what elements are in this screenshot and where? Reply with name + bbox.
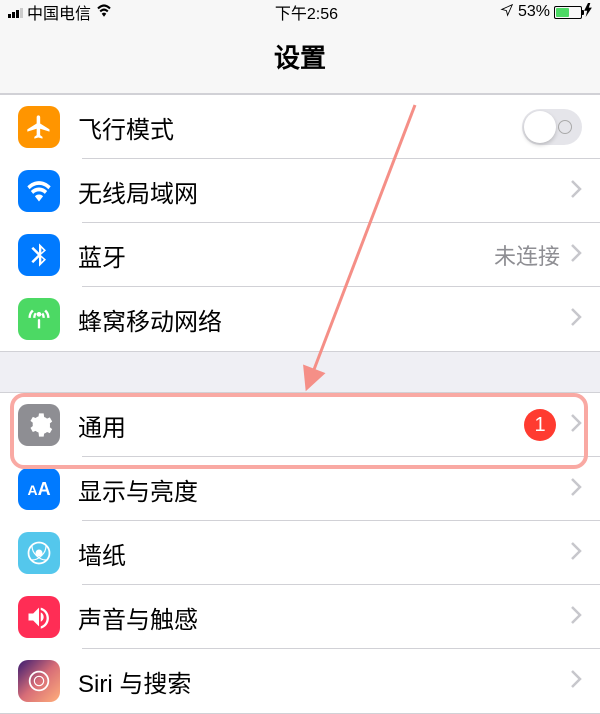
row-label: 通用 [78,408,524,443]
row-label: 墙纸 [78,536,570,571]
airplane-toggle[interactable] [522,109,582,145]
page-title: 设置 [0,38,600,75]
row-label: Siri 与搜索 [78,664,570,699]
chevron-right-icon [570,413,582,438]
row-display[interactable]: AA 显示与亮度 [0,457,600,521]
status-bar: 中国电信 下午2:56 53% [0,0,600,24]
battery-pct: 53% [518,3,550,21]
charging-icon [584,3,592,22]
chevron-right-icon [570,669,582,694]
row-label: 显示与亮度 [78,472,570,507]
location-icon [500,3,514,22]
time-label: 下午2:56 [275,0,338,24]
row-bluetooth[interactable]: 蓝牙 未连接 [0,223,600,287]
chevron-right-icon [570,243,582,268]
carrier-label: 中国电信 [27,0,91,24]
gear-icon [18,404,60,446]
row-siri[interactable]: Siri 与搜索 [0,649,600,713]
sound-icon [18,596,60,638]
page-header: 设置 [0,24,600,94]
row-wallpaper[interactable]: 墙纸 [0,521,600,585]
display-icon: AA [18,468,60,510]
row-label: 无线局域网 [78,174,570,209]
wifi-status-icon [95,3,113,22]
row-value: 未连接 [494,239,560,271]
chevron-right-icon [570,541,582,566]
signal-icon [8,6,23,18]
row-label: 飞行模式 [78,110,522,145]
chevron-right-icon [570,307,582,332]
row-label: 声音与触感 [78,600,570,635]
chevron-right-icon [570,605,582,630]
row-cellular[interactable]: 蜂窝移动网络 [0,287,600,351]
row-label: 蓝牙 [78,238,494,273]
settings-section-2: 通用 1 AA 显示与亮度 墙纸 声音与触感 [0,392,600,714]
row-general[interactable]: 通用 1 [0,393,600,457]
wallpaper-icon [18,532,60,574]
cellular-icon [18,298,60,340]
row-wifi[interactable]: 无线局域网 [0,159,600,223]
row-sound[interactable]: 声音与触感 [0,585,600,649]
bluetooth-icon [18,234,60,276]
row-label: 蜂窝移动网络 [78,302,570,337]
battery-icon [554,6,582,19]
settings-section-1: 飞行模式 无线局域网 蓝牙 未连接 蜂窝移动网络 [0,94,600,352]
row-airplane-mode[interactable]: 飞行模式 [0,95,600,159]
wifi-icon [18,170,60,212]
airplane-icon [18,106,60,148]
siri-icon [18,660,60,702]
notification-badge: 1 [524,409,556,441]
chevron-right-icon [570,477,582,502]
chevron-right-icon [570,179,582,204]
